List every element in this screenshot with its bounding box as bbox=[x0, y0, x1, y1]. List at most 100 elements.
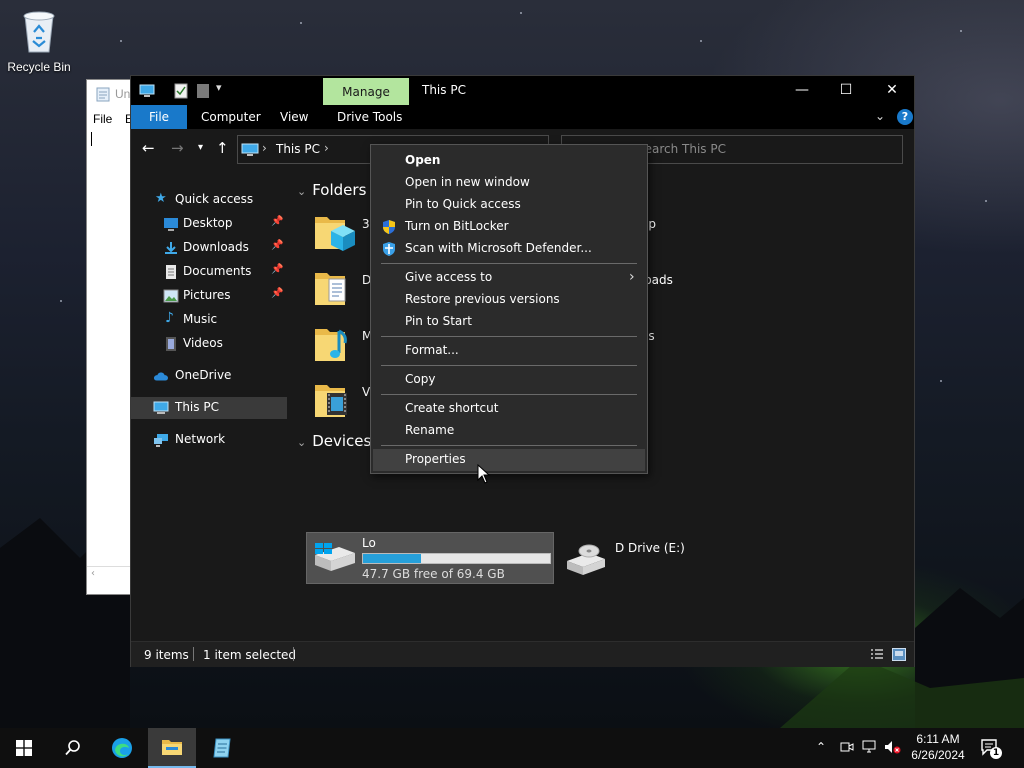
menu-item-properties[interactable]: Properties bbox=[373, 449, 645, 471]
taskbar-edge[interactable] bbox=[98, 728, 146, 768]
notepad-menu-file[interactable]: File bbox=[93, 112, 112, 126]
sidebar-item-documents[interactable]: Documents 📌 bbox=[131, 261, 287, 283]
sidebar-item-network[interactable]: Network bbox=[131, 429, 287, 451]
tab-file[interactable]: File bbox=[131, 105, 187, 129]
show-hidden-icons-icon[interactable]: ⌃ bbox=[816, 740, 826, 754]
ribbon-tab-bar: File Computer View Drive Tools ⌄ ? bbox=[131, 105, 914, 129]
network-icon bbox=[154, 434, 168, 447]
context-menu[interactable]: Open Open in new window Pin to Quick acc… bbox=[370, 144, 648, 474]
forward-arrow-icon[interactable]: → bbox=[171, 139, 184, 157]
tab-drive-tools[interactable]: Drive Tools bbox=[337, 105, 402, 129]
item-count: 9 items bbox=[144, 648, 189, 662]
large-icons-view-icon[interactable] bbox=[892, 648, 906, 661]
uac-shield-icon bbox=[383, 220, 395, 234]
chevron-right-icon[interactable]: › bbox=[324, 141, 329, 155]
chevron-down-icon[interactable]: ⌄ bbox=[297, 436, 306, 449]
sidebar-item-label: Documents bbox=[183, 264, 252, 278]
notepad-titlebar[interactable]: Un bbox=[87, 80, 133, 108]
menu-separator bbox=[381, 365, 637, 366]
folder-videos-icon bbox=[315, 385, 347, 417]
search-button[interactable] bbox=[48, 728, 96, 768]
pin-icon[interactable]: 📌 bbox=[271, 288, 283, 299]
menu-item-bitlocker[interactable]: Turn on BitLocker bbox=[373, 216, 645, 238]
menu-item-pin-quick-access[interactable]: Pin to Quick access bbox=[373, 194, 645, 216]
menu-item-give-access[interactable]: Give access to › bbox=[373, 267, 645, 289]
hard-drive-icon bbox=[315, 543, 355, 571]
menu-item-label: Open bbox=[405, 153, 441, 167]
sidebar-item-pictures[interactable]: Pictures 📌 bbox=[131, 285, 287, 307]
menu-item-open-new-window[interactable]: Open in new window bbox=[373, 172, 645, 194]
details-view-icon[interactable] bbox=[870, 648, 884, 661]
chevron-down-icon[interactable]: ⌄ bbox=[297, 185, 306, 198]
chevron-right-icon[interactable]: › bbox=[262, 141, 267, 155]
close-button[interactable]: ✕ bbox=[869, 76, 915, 105]
notepad-horizontal-scrollbar[interactable]: ‹ bbox=[87, 566, 133, 584]
start-button[interactable] bbox=[0, 728, 48, 768]
taskbar: ⌃ 6:11 AM 6/26/2024 1 bbox=[0, 728, 1024, 768]
tab-manage[interactable]: Manage bbox=[323, 78, 409, 105]
volume-muted-icon[interactable] bbox=[884, 740, 902, 754]
sidebar-item-music[interactable]: ♪ Music bbox=[131, 309, 287, 331]
drive-c-tile[interactable]: Lo 47.7 GB free of 69.4 GB bbox=[306, 532, 554, 584]
menu-item-open[interactable]: Open bbox=[373, 150, 645, 172]
help-icon[interactable]: ? bbox=[897, 109, 913, 125]
menu-item-rename[interactable]: Rename bbox=[373, 420, 645, 442]
menu-item-format[interactable]: Format... bbox=[373, 340, 645, 362]
scroll-left-icon[interactable]: ‹ bbox=[91, 568, 95, 579]
customize-qat-icon[interactable]: ▾ bbox=[216, 81, 222, 97]
drive-e-label[interactable]: D Drive (E:) bbox=[615, 541, 685, 555]
tab-computer[interactable]: Computer bbox=[201, 105, 261, 129]
action-center-button[interactable]: 1 bbox=[980, 738, 1004, 760]
music-note-icon: ♪ bbox=[165, 310, 174, 326]
this-pc-icon bbox=[241, 143, 259, 156]
new-folder-qat-icon[interactable] bbox=[196, 83, 210, 99]
status-bar: 9 items 1 item selected bbox=[131, 641, 914, 667]
network-status-icon[interactable] bbox=[862, 740, 878, 754]
drive-c-usage-fill bbox=[363, 554, 421, 563]
recent-locations-icon[interactable]: ▾ bbox=[198, 142, 203, 153]
folder-documents-icon bbox=[315, 273, 346, 305]
menu-item-pin-start[interactable]: Pin to Start bbox=[373, 311, 645, 333]
recycle-bin[interactable]: Recycle Bin bbox=[4, 8, 74, 74]
sidebar-item-label: Music bbox=[183, 312, 218, 326]
edge-icon bbox=[112, 738, 132, 758]
notepad-window[interactable]: Un File E ‹ bbox=[86, 79, 134, 595]
computer-icon bbox=[153, 401, 169, 414]
taskbar-file-explorer[interactable] bbox=[148, 728, 196, 768]
expand-ribbon-icon[interactable]: ⌄ bbox=[875, 109, 885, 123]
menu-item-label: Scan with Microsoft Defender... bbox=[405, 241, 592, 255]
meet-now-icon[interactable] bbox=[840, 740, 854, 754]
sidebar-item-label: This PC bbox=[175, 400, 219, 414]
notepad-icon bbox=[213, 738, 231, 758]
sidebar-item-label: Downloads bbox=[183, 240, 249, 254]
properties-qat-icon[interactable] bbox=[174, 83, 188, 99]
menu-item-create-shortcut[interactable]: Create shortcut bbox=[373, 398, 645, 420]
system-clock[interactable]: 6:11 AM 6/26/2024 bbox=[906, 731, 970, 763]
pin-icon[interactable]: 📌 bbox=[271, 216, 283, 227]
sidebar-item-videos[interactable]: Videos bbox=[131, 333, 287, 355]
back-arrow-icon[interactable]: ← bbox=[142, 139, 155, 157]
sidebar-item-desktop[interactable]: Desktop 📌 bbox=[131, 213, 287, 235]
title-bar[interactable]: ▾ Manage This PC — ☐ ✕ bbox=[131, 76, 914, 105]
minimize-button[interactable]: — bbox=[779, 76, 825, 105]
tab-view[interactable]: View bbox=[280, 105, 308, 129]
menu-item-defender-scan[interactable]: Scan with Microsoft Defender... bbox=[373, 238, 645, 260]
menu-separator bbox=[381, 445, 637, 446]
sidebar-item-this-pc[interactable]: This PC bbox=[131, 397, 287, 419]
maximize-button[interactable]: ☐ bbox=[823, 76, 869, 105]
pin-icon[interactable]: 📌 bbox=[271, 264, 283, 275]
address-location[interactable]: This PC bbox=[276, 142, 320, 156]
pin-icon[interactable]: 📌 bbox=[271, 240, 283, 251]
folders-group-header[interactable]: ⌄ Folders ( bbox=[297, 181, 377, 199]
taskbar-notepad[interactable] bbox=[198, 728, 246, 768]
menu-separator bbox=[381, 394, 637, 395]
sidebar-item-onedrive[interactable]: OneDrive bbox=[131, 365, 287, 387]
menu-item-restore-versions[interactable]: Restore previous versions bbox=[373, 289, 645, 311]
sidebar-item-quick-access[interactable]: ★ Quick access bbox=[131, 189, 287, 211]
menu-item-copy[interactable]: Copy bbox=[373, 369, 645, 391]
dvd-drive-icon[interactable] bbox=[563, 539, 609, 579]
sidebar-item-downloads[interactable]: Downloads 📌 bbox=[131, 237, 287, 259]
up-arrow-icon[interactable]: ↑ bbox=[216, 139, 229, 157]
sidebar-item-label: OneDrive bbox=[175, 368, 232, 382]
star-icon: ★ bbox=[155, 191, 167, 206]
